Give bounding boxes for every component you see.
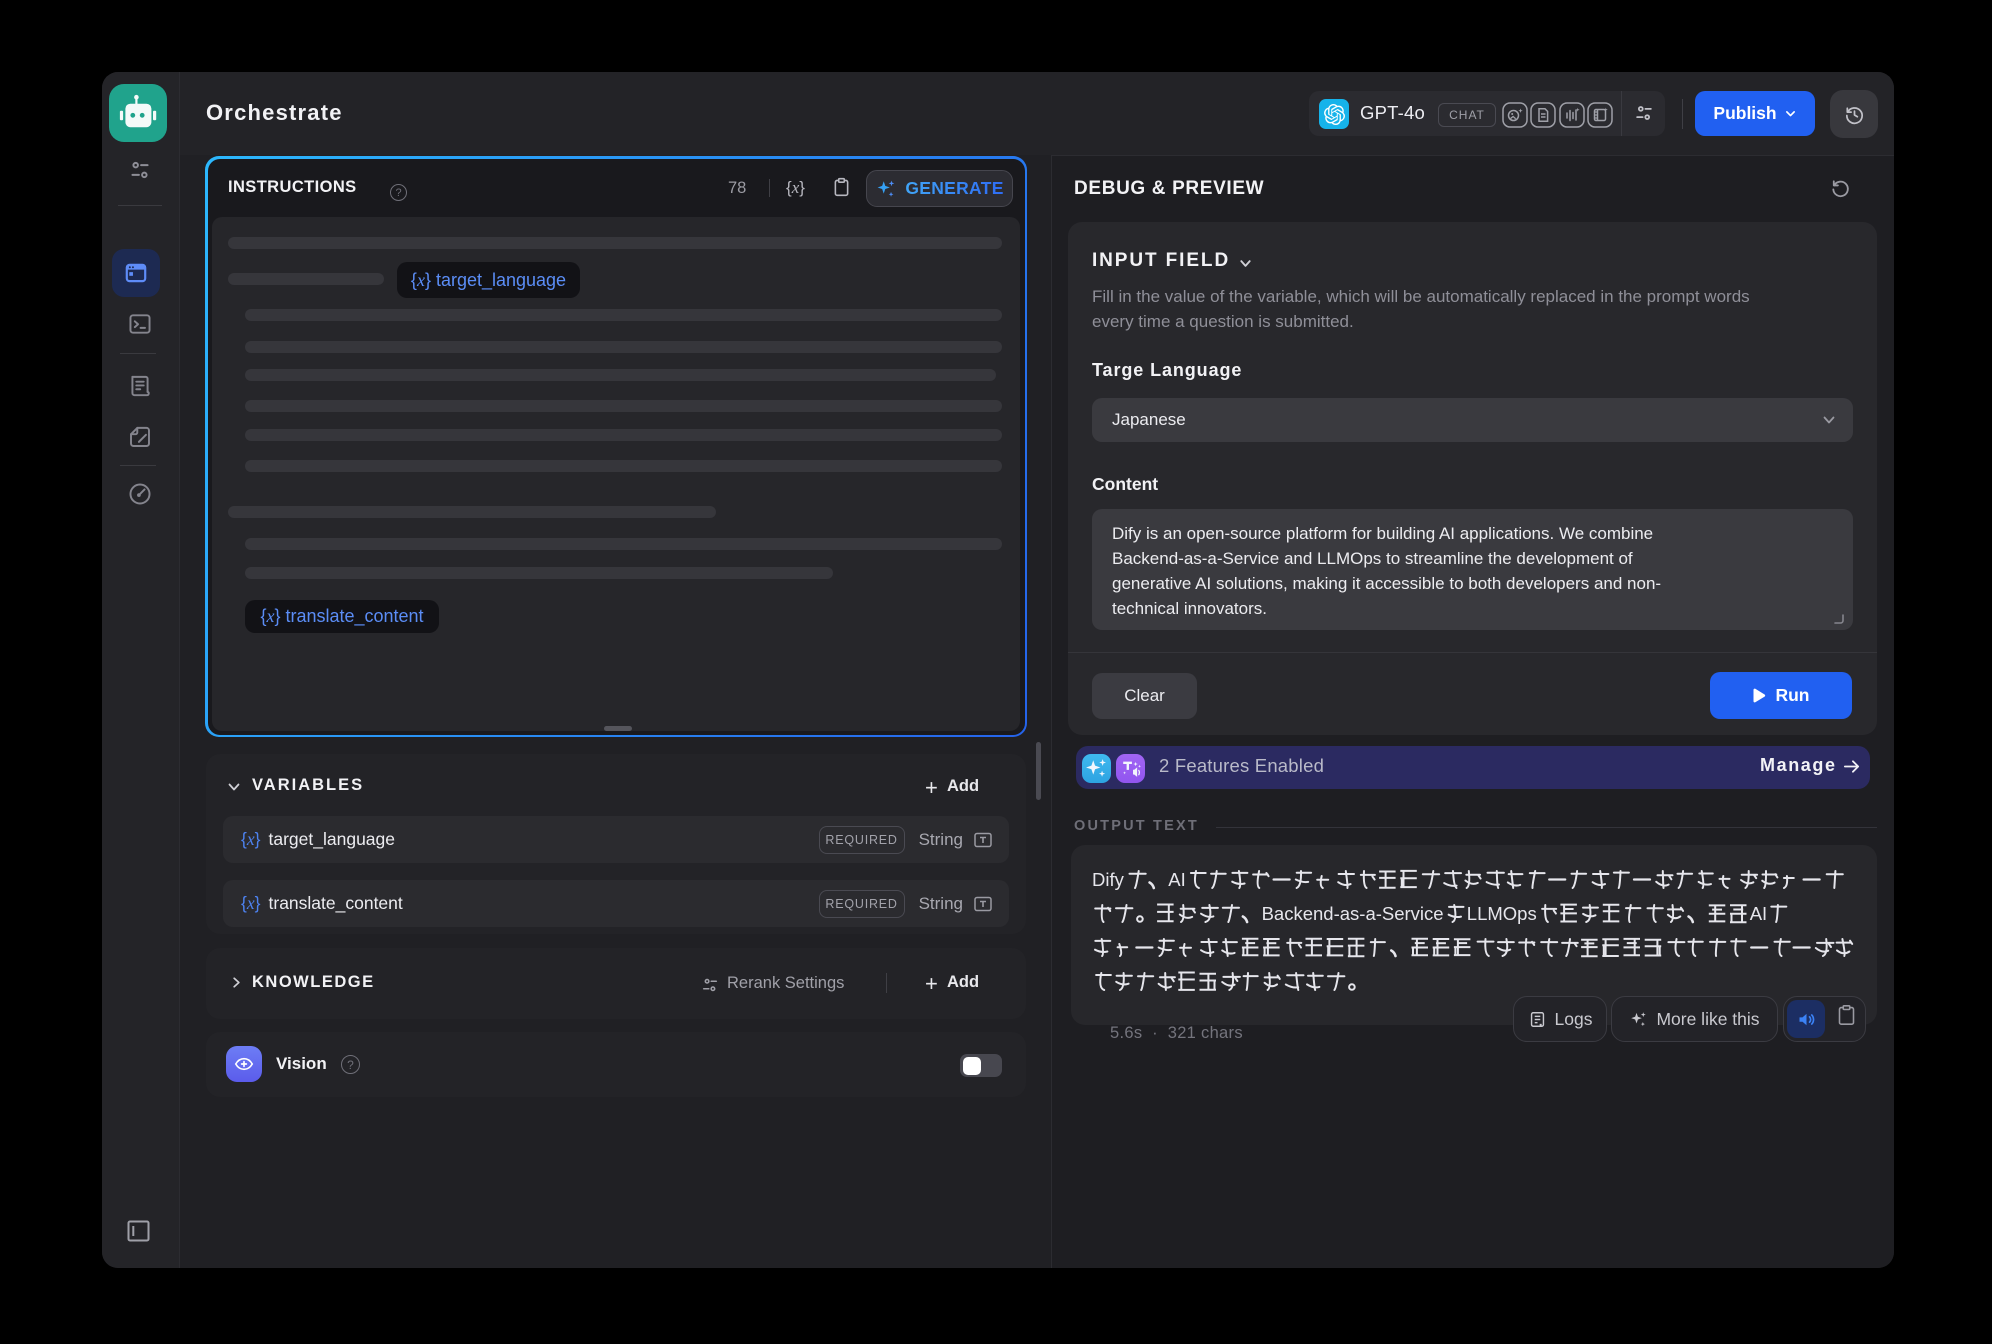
svg-text:Backend-as-a-Service: Backend-as-a-Service [1262, 903, 1444, 924]
svg-text:AI: AI [1168, 869, 1185, 890]
svg-text:AI: AI [1750, 903, 1767, 924]
svg-text:LLMOps: LLMOps [1467, 903, 1537, 924]
svg-text:Dify: Dify [1092, 869, 1125, 890]
